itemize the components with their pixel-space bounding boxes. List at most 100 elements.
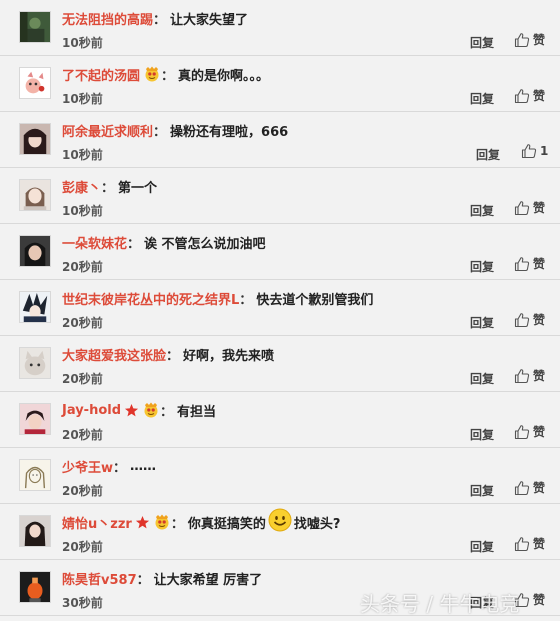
vip-emoji-icon	[153, 514, 171, 530]
avatar[interactable]	[19, 515, 51, 547]
comment-text: 让大家希望 厉害了	[153, 572, 263, 588]
timestamp: 20秒前	[62, 260, 103, 274]
comment-text: ……	[130, 458, 157, 474]
timestamp: 10秒前	[62, 36, 103, 50]
timestamp: 10秒前	[62, 92, 103, 106]
reply-button[interactable]: 回复	[476, 146, 500, 163]
avatar[interactable]	[19, 123, 51, 155]
like-label: 赞	[533, 89, 546, 103]
thumbs-up-icon	[521, 143, 537, 159]
timestamp: 30秒前	[62, 596, 103, 610]
thumbs-up-icon	[514, 368, 530, 384]
reply-button[interactable]: 回复	[470, 426, 494, 443]
like-label: 赞	[533, 369, 546, 383]
like-button[interactable]: 赞	[514, 479, 545, 496]
like-button[interactable]: 赞	[514, 31, 545, 48]
comment-line: 少爷王w：……	[62, 456, 550, 476]
thumbs-up-icon	[514, 480, 530, 496]
reply-button[interactable]: 回复	[470, 482, 494, 499]
avatar[interactable]	[19, 347, 51, 379]
like-label: 赞	[533, 481, 546, 495]
like-button[interactable]: 赞	[514, 311, 545, 328]
username-link[interactable]: 彭康丶	[62, 177, 101, 196]
reply-button[interactable]: 回复	[470, 258, 494, 275]
comment-row: Jay-hold ：有担当 20秒前 回复 赞	[0, 392, 560, 448]
comment-list: 无法阻挡的高踢：让大家失望了 10秒前 回复赞了不起的汤圆：真的是你啊。。。 10秒前…	[0, 0, 560, 616]
comment-row: 一朵软妹花：诶 不管怎么说加油吧 20秒前 回复 赞	[0, 224, 560, 280]
avatar[interactable]	[19, 403, 51, 435]
comment-line: 彭康丶：第一个	[62, 176, 550, 196]
like-button[interactable]: 赞	[514, 367, 545, 384]
comment-text: 快去道个歉别管我们	[256, 292, 374, 308]
colon-separator: ：	[239, 292, 253, 308]
thumbs-up-icon	[514, 32, 530, 48]
comment-text: 让大家失望了	[170, 12, 249, 28]
username-link[interactable]: 陈昊哲v587	[62, 569, 137, 588]
vip-emoji-icon	[143, 66, 161, 82]
colon-separator: ：	[153, 12, 167, 28]
star-icon	[124, 403, 139, 418]
like-button[interactable]: 赞	[514, 87, 545, 104]
comment-line: 陈昊哲v587：让大家希望 厉害了	[62, 568, 550, 588]
avatar[interactable]	[19, 571, 51, 603]
like-label: 赞	[533, 257, 546, 271]
thumbs-up-icon	[514, 536, 530, 552]
username-link[interactable]: 少爷王w	[62, 457, 113, 476]
comment-row: 婧怡u丶zzr ：你真挺搞笑的 找嘘头? 20秒前 回复 赞	[0, 504, 560, 560]
comment-row: 少爷王w：…… 20秒前 回复 赞	[0, 448, 560, 504]
timestamp: 20秒前	[62, 428, 103, 442]
avatar[interactable]	[19, 459, 51, 491]
comment-row: 无法阻挡的高踢：让大家失望了 10秒前 回复 赞	[0, 0, 560, 56]
colon-separator: ：	[161, 68, 175, 84]
username-link[interactable]: 无法阻挡的高踢	[62, 9, 153, 28]
comment-row: 大家超爱我这张脸：好啊，我先来喷 20秒前 回复 赞	[0, 336, 560, 392]
comment-line: 阿余最近求顺利：操粉还有理啦，666	[62, 120, 550, 140]
like-button[interactable]: 1	[521, 143, 548, 159]
reply-button[interactable]: 回复	[470, 370, 494, 387]
colon-separator: ：	[101, 180, 115, 196]
like-label: 赞	[533, 593, 546, 607]
like-button[interactable]: 赞	[514, 423, 545, 440]
reply-button[interactable]: 回复	[470, 538, 494, 555]
thumbs-up-icon	[514, 88, 530, 104]
comment-row: 世纪末彼岸花丛中的死之结界L：快去道个歉别管我们 20秒前 回复 赞	[0, 280, 560, 336]
comment-text: 第一个	[118, 180, 158, 196]
comment-line: 大家超爱我这张脸：好啊，我先来喷	[62, 344, 550, 364]
timestamp: 10秒前	[62, 148, 103, 162]
comment-row: 阿余最近求顺利：操粉还有理啦，666 10秒前 回复 1	[0, 112, 560, 168]
timestamp: 10秒前	[62, 204, 103, 218]
avatar[interactable]	[19, 67, 51, 99]
thumbs-up-icon	[514, 200, 530, 216]
username-link[interactable]: 大家超爱我这张脸	[62, 345, 166, 364]
reply-button[interactable]: 回复	[470, 34, 494, 51]
like-label: 赞	[533, 537, 546, 551]
comment-line: 世纪末彼岸花丛中的死之结界L：快去道个歉别管我们	[62, 288, 550, 308]
avatar[interactable]	[19, 291, 51, 323]
username-link[interactable]: Jay-hold	[62, 403, 121, 418]
like-label: 赞	[533, 313, 546, 327]
smile-emoji-icon	[268, 508, 292, 536]
like-button[interactable]: 赞	[514, 199, 545, 216]
username-link[interactable]: 阿余最近求顺利	[62, 121, 153, 140]
username-link[interactable]: 世纪末彼岸花丛中的死之结界L	[62, 289, 239, 308]
like-button[interactable]: 赞	[514, 535, 545, 552]
reply-button[interactable]: 回复	[470, 202, 494, 219]
comment-text: 好啊，我先来喷	[183, 348, 275, 364]
comment-text: 你真挺搞笑的	[187, 516, 266, 532]
comment-row: 彭康丶：第一个 10秒前 回复 赞	[0, 168, 560, 224]
avatar[interactable]	[19, 235, 51, 267]
reply-button[interactable]: 回复	[470, 314, 494, 331]
vip-emoji-icon	[142, 402, 160, 418]
reply-button[interactable]: 回复	[470, 90, 494, 107]
avatar[interactable]	[19, 11, 51, 43]
thumbs-up-icon	[514, 312, 530, 328]
username-link[interactable]: 一朵软妹花	[62, 233, 127, 252]
timestamp: 20秒前	[62, 316, 103, 330]
username-link[interactable]: 了不起的汤圆	[62, 65, 140, 84]
comment-text: 真的是你啊。。。	[178, 68, 270, 84]
comment-text: 有担当	[177, 404, 217, 420]
avatar[interactable]	[19, 179, 51, 211]
like-button[interactable]: 赞	[514, 255, 545, 272]
colon-separator: ：	[136, 572, 150, 588]
username-link[interactable]: 婧怡u丶zzr	[62, 513, 132, 532]
